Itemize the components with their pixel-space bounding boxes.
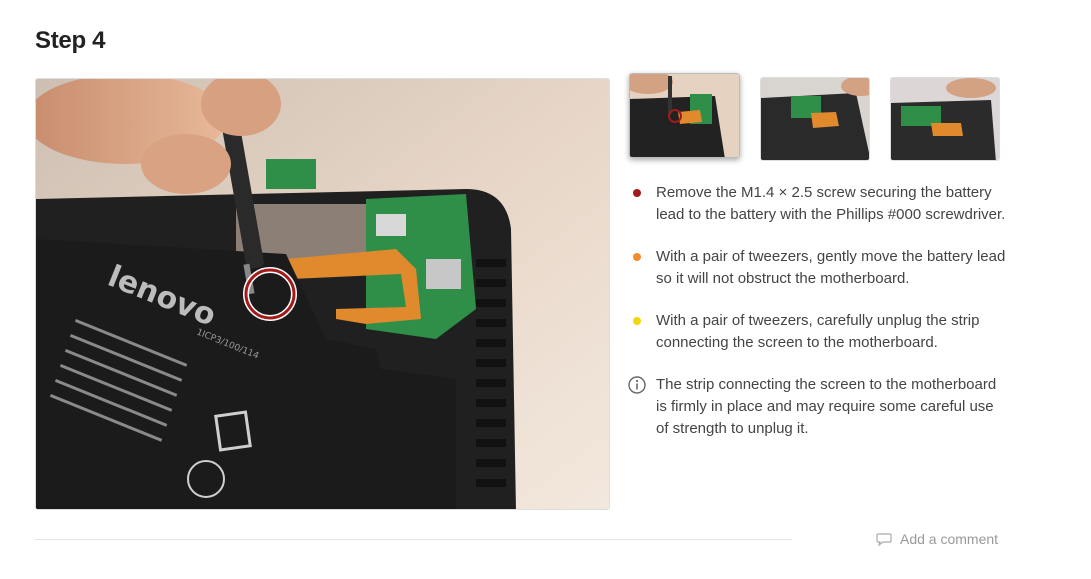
main-step-image[interactable]: lenovo 1ICP3/100/114 [35,78,610,510]
bullet-text: With a pair of tweezers, carefully unplu… [656,312,980,351]
thumbnail-3[interactable] [890,77,1000,161]
add-comment-button[interactable]: Add a comment [876,531,998,547]
divider [35,539,792,540]
yellow-bullet-dot [633,317,641,325]
thumbnail-2[interactable] [760,77,870,161]
bullet-text: With a pair of tweezers, gently move the… [656,248,1006,287]
thumbnail-1[interactable] [629,73,740,158]
bullet-info: The strip connecting the screen to the m… [628,374,1008,440]
bullet-text: The strip connecting the screen to the m… [656,376,997,437]
step-title: Step 4 [35,27,106,54]
bullet-orange: With a pair of tweezers, gently move the… [628,246,1008,290]
bullet-yellow: With a pair of tweezers, carefully unplu… [628,310,1008,354]
bullet-text: Remove the M1.4 × 2.5 screw securing the… [656,184,1006,223]
add-comment-label: Add a comment [900,531,999,547]
info-icon [628,376,646,394]
orange-bullet-dot [633,253,641,261]
speech-bubble-icon [876,533,892,546]
bullet-red: Remove the M1.4 × 2.5 screw securing the… [628,182,1008,226]
step-bullets: Remove the M1.4 × 2.5 screw securing the… [628,182,1008,440]
red-bullet-dot [633,189,641,197]
